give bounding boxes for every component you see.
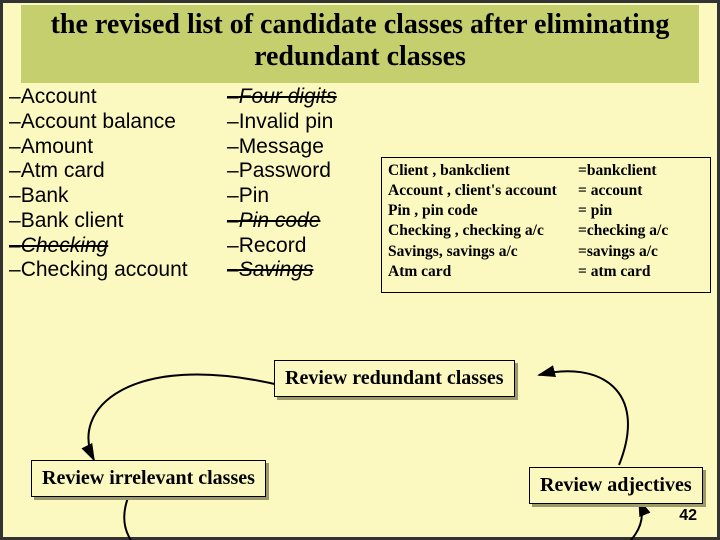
table-row: Atm card= atm card	[388, 262, 704, 282]
table-row: Pin , pin code= pin	[388, 201, 704, 221]
list-item-text: Pin code	[239, 209, 321, 232]
list-item-text: Message	[239, 135, 324, 158]
list-item: –Message	[227, 135, 377, 160]
title-band: the revised list of candidate classes af…	[21, 5, 699, 83]
list-item-text: Password	[239, 159, 331, 182]
list-item-text: Bank	[21, 184, 69, 207]
slide-title: the revised list of candidate classes af…	[33, 9, 687, 73]
list-item-text: Checking	[21, 234, 109, 257]
table-row: Client , bankclient=bankclient	[388, 161, 704, 181]
list-item-text: Account	[21, 85, 97, 108]
list-item: –Checking	[9, 234, 219, 259]
list-item: –Four digits	[227, 85, 377, 110]
list-item-text: Bank client	[21, 209, 124, 232]
list-item-text: Atm card	[21, 159, 105, 182]
dash: –	[227, 135, 239, 158]
synonym-lhs: Client , bankclient	[388, 161, 578, 181]
box-review-adjectives: Review adjectives	[529, 467, 703, 504]
list-item: –Bank client	[9, 209, 219, 234]
list-item-text: Four digits	[239, 85, 337, 108]
list-item-text: Account balance	[21, 110, 176, 133]
candidate-col-2: –Four digits–Invalid pin–Message–Passwor…	[227, 85, 377, 283]
synonym-rhs: = atm card	[578, 262, 700, 282]
list-item: –Bank	[9, 184, 219, 209]
table-row: Checking , checking a/c=checking a/c	[388, 221, 704, 241]
dash: –	[227, 159, 239, 182]
synonym-rhs: =checking a/c	[578, 221, 700, 241]
list-item-text: Pin	[239, 184, 269, 207]
content: –Account–Account balance–Amount–Atm card…	[9, 85, 711, 531]
list-item-text: Checking account	[21, 258, 188, 281]
page-number: 42	[679, 507, 697, 525]
list-item-text: Savings	[239, 258, 314, 281]
review-cycle-diagram: Review redundant classes Review irreleva…	[9, 290, 720, 540]
dash: –	[227, 209, 239, 232]
dash: –	[227, 184, 239, 207]
slide-inner: the revised list of candidate classes af…	[3, 3, 717, 537]
dash: –	[227, 85, 239, 108]
synonym-rhs: =bankclient	[578, 161, 700, 181]
synonym-lhs: Savings, savings a/c	[388, 242, 578, 262]
synonym-lhs: Pin , pin code	[388, 201, 578, 221]
list-item: –Record	[227, 234, 377, 259]
synonym-table: Client , bankclient=bankclientAccount , …	[381, 157, 711, 293]
dash: –	[9, 209, 21, 232]
dash: –	[9, 85, 21, 108]
list-item-text: Record	[239, 234, 307, 257]
dash: –	[9, 135, 21, 158]
list-item: –Account	[9, 85, 219, 110]
list-item: –Savings	[227, 258, 377, 283]
list-item: –Pin code	[227, 209, 377, 234]
candidate-col-1: –Account–Account balance–Amount–Atm card…	[9, 85, 219, 283]
dash: –	[227, 234, 239, 257]
box-review-redundant: Review redundant classes	[274, 360, 515, 397]
candidate-columns: –Account–Account balance–Amount–Atm card…	[9, 85, 377, 283]
dash: –	[9, 234, 21, 257]
synonym-lhs: Checking , checking a/c	[388, 221, 578, 241]
synonym-rhs: =savings a/c	[578, 242, 700, 262]
dash: –	[9, 258, 21, 281]
list-item: –Atm card	[9, 159, 219, 184]
list-item: –Amount	[9, 135, 219, 160]
dash: –	[9, 110, 21, 133]
list-item: –Pin	[227, 184, 377, 209]
box-review-irrelevant: Review irrelevant classes	[31, 460, 266, 497]
list-item: –Invalid pin	[227, 110, 377, 135]
dash: –	[9, 184, 21, 207]
dash: –	[9, 159, 21, 182]
synonym-lhs: Atm card	[388, 262, 578, 282]
table-row: Savings, savings a/c=savings a/c	[388, 242, 704, 262]
list-item: –Account balance	[9, 110, 219, 135]
table-row: Account , client's account= account	[388, 181, 704, 201]
synonym-lhs: Account , client's account	[388, 181, 578, 201]
list-item-text: Amount	[21, 135, 93, 158]
synonym-rhs: = account	[578, 181, 700, 201]
dash: –	[227, 110, 239, 133]
synonym-rhs: = pin	[578, 201, 700, 221]
list-item-text: Invalid pin	[239, 110, 334, 133]
dash: –	[227, 258, 239, 281]
list-item: –Checking account	[9, 258, 219, 283]
slide: the revised list of candidate classes af…	[0, 0, 720, 540]
list-item: –Password	[227, 159, 377, 184]
